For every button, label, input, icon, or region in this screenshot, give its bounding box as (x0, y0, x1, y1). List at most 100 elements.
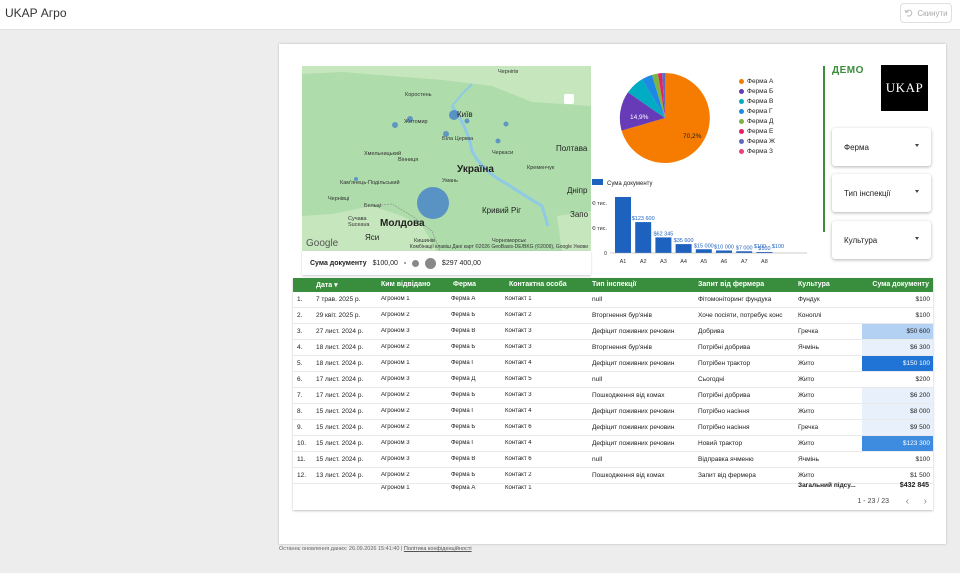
cell-type: Пошкодження від комах (592, 472, 665, 479)
cell-date: 7 трав. 2025 р. (316, 296, 361, 303)
table-row[interactable]: 5. 18 лист. 2024 р. Агроном 1 Ферма Г Контак… (293, 356, 933, 372)
map-bubble[interactable] (495, 138, 501, 144)
table-row[interactable]: 6. 17 лист. 2024 р. Агроном 3 Ферма Д Контак… (293, 372, 933, 388)
mid-dot-icon (411, 259, 419, 267)
next-page-icon[interactable]: › (924, 496, 927, 507)
legend-swatch-icon (739, 78, 744, 84)
header-farm[interactable]: Ферма (453, 281, 476, 288)
reset-button[interactable]: Скинути (900, 3, 952, 23)
keyboard-shortcuts-link[interactable]: Комбінації клавіш (410, 244, 451, 250)
city-label: Біла Церква (442, 136, 474, 142)
cell-crop: Гречка (798, 328, 819, 335)
pie-legend-item[interactable]: Ферма В (739, 96, 775, 106)
pie-legend-item[interactable]: Ферма Е (739, 126, 775, 136)
cell-farm: Ферма Г (451, 408, 475, 414)
table-row[interactable]: 9. 15 лист. 2024 р. Агроном 2 Ферма Б Контак… (293, 420, 933, 436)
cell-farm: Ферма А (451, 485, 476, 491)
cell-type: Дефіцит поживних речовин (592, 440, 675, 447)
data-label: $7 000 (736, 245, 753, 251)
cell-request: Сьогодні (698, 376, 725, 383)
demo-label: ДЕМО (832, 65, 864, 76)
cell-contact: Контакт 6 (505, 456, 532, 462)
cell-contact: Контакт 4 (505, 440, 532, 446)
cell-crop: Жито (798, 408, 815, 415)
filter-farm[interactable]: Ферма (832, 128, 931, 166)
geo-map[interactable]: Чернігів Коростень Житомир Київ Біла Цер… (302, 66, 591, 251)
cell-request: Добрива (698, 328, 725, 335)
terms-link[interactable]: Умови (573, 244, 588, 250)
filter-crop[interactable]: Культура (832, 221, 931, 259)
data-label: $62 345 (653, 231, 673, 237)
legend-swatch-icon (739, 138, 744, 144)
cell-farm: Ферма Б (451, 424, 476, 430)
cell-index: 6. (297, 376, 303, 383)
pie-legend-item[interactable]: Ферма Д (739, 116, 775, 126)
bar[interactable] (695, 249, 712, 253)
cell-request: Потрібен трактор (698, 360, 751, 367)
bar-chart[interactable]: Сума документу 0 100 тис. 200 тис. А1 А2 $123 … (586, 179, 812, 269)
table-row[interactable]: 2. 29 квіт. 2025 р. Агроном 2 Ферма Б Контак… (293, 308, 933, 324)
table-row[interactable]: 7. 17 лист. 2024 р. Агроном 2 Ферма Б Контак… (293, 388, 933, 404)
footer: Останнє оновлення даних: 26.09.2026 15:4… (279, 546, 472, 552)
pie-legend: Ферма А Ферма Б Ферма В Ферма Г Ферма Д Ферма… (739, 76, 775, 156)
city-label: Полтава (556, 144, 588, 153)
cell-sum: $100 (915, 456, 930, 463)
legend-swatch-icon (739, 98, 744, 104)
header-who[interactable]: Ким відвідано (381, 281, 430, 288)
filter-inspection-type[interactable]: Тип інспекції (832, 174, 931, 212)
header-request[interactable]: Запит від фермера (698, 281, 764, 288)
map-bubble[interactable] (503, 121, 509, 127)
header-type[interactable]: Тип інспекції (592, 281, 636, 288)
chevron-down-icon (915, 190, 919, 193)
cell-who: Агроном 2 (381, 424, 410, 430)
x-tick-label: А4 (680, 259, 687, 265)
cell-who: Агроном 3 (381, 456, 410, 462)
bar-svg: Сума документу 0 100 тис. 200 тис. А1 А2 $123 … (586, 179, 807, 265)
map-data-credit: Дані карт ©2026 GeoBasis-DE/BKG (©2009),… (452, 244, 572, 250)
cell-farm: Ферма В (451, 328, 476, 334)
prev-page-icon[interactable]: ‹ (906, 496, 909, 507)
cell-contact: Контакт 3 (505, 344, 532, 350)
table-row[interactable]: 8. 15 лист. 2024 р. Агроном 2 Ферма Г Контак… (293, 404, 933, 420)
city-label: Запо (570, 210, 589, 219)
pie-legend-item[interactable]: Ферма Б (739, 86, 775, 96)
bar[interactable] (716, 250, 732, 254)
cell-date: 17 лист. 2024 р. (316, 392, 364, 399)
map-bubble[interactable] (464, 118, 470, 124)
filter-label: Культура (844, 235, 878, 245)
pie-legend-item[interactable]: Ферма Г (739, 106, 775, 116)
pie-legend-item[interactable]: Ферма З (739, 146, 775, 156)
map-zoom-button[interactable] (564, 94, 574, 104)
header-sum[interactable]: Сума документу (872, 281, 929, 288)
map-bubble[interactable] (417, 187, 449, 219)
pie-legend-item[interactable]: Ферма А (739, 76, 775, 86)
cell-crop: Ячмінь (798, 456, 819, 463)
pie-legend-item[interactable]: Ферма Ж (739, 136, 775, 146)
x-tick-label: А2 (640, 259, 647, 265)
map-bubble[interactable] (392, 122, 398, 128)
header-contact[interactable]: Контактна особа (509, 281, 567, 288)
header-crop[interactable]: Культура (798, 281, 830, 288)
cell-type: Дефіцит поживних речовин (592, 408, 675, 415)
table-row[interactable]: 3. 27 лист. 2024 р. Агроном 3 Ферма В Контак… (293, 324, 933, 340)
cell-who: Агроном 1 (381, 485, 410, 491)
bar[interactable] (635, 222, 652, 253)
table-row[interactable]: 11. 15 лист. 2024 р. Агроном 3 Ферма В Конта… (293, 452, 933, 468)
privacy-link[interactable]: Політика конфіденційності (404, 546, 472, 552)
cell-who: Агроном 2 (381, 392, 410, 398)
header-date[interactable]: Дата ▾ (316, 281, 338, 289)
city-label: Коростень (405, 92, 432, 98)
chevron-down-icon (915, 237, 919, 240)
cell-request: Потрібно насіння (698, 408, 750, 415)
country-label: Україна (457, 164, 494, 175)
table-row[interactable]: 1. 7 трав. 2025 р. Агроном 1 Ферма А Контакт… (293, 292, 933, 308)
table-row[interactable]: 4. 18 лист. 2024 р. Агроном 2 Ферма Б Контак… (293, 340, 933, 356)
cell-request: Потрібні добрива (698, 392, 751, 399)
table-row[interactable]: 10. 15 лист. 2024 р. Агроном 3 Ферма Г Конта… (293, 436, 933, 452)
legend-swatch-icon (739, 88, 744, 94)
bar[interactable] (615, 197, 631, 253)
bar[interactable] (736, 251, 753, 253)
bar[interactable] (675, 244, 692, 253)
bar[interactable] (655, 237, 672, 253)
cell-crop: Гречка (798, 424, 819, 431)
